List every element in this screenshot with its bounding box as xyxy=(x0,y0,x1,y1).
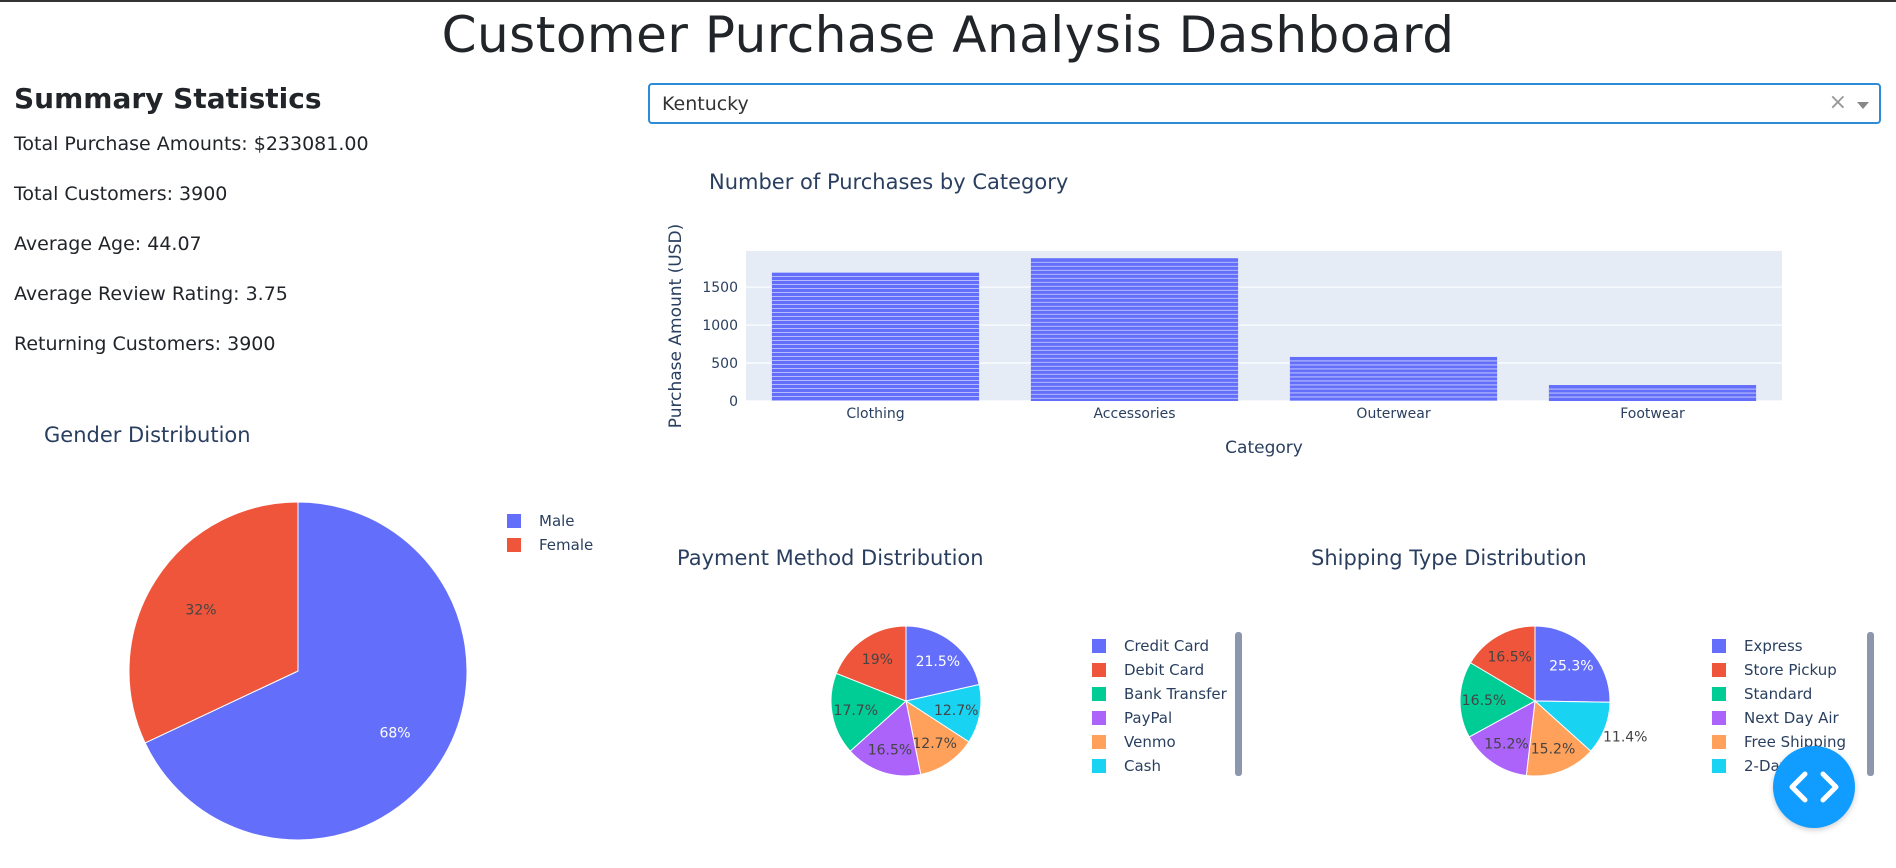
chevron-down-icon[interactable] xyxy=(1857,102,1869,109)
page-title: Customer Purchase Analysis Dashboard xyxy=(441,6,1455,64)
legend-label[interactable]: Next Day Air xyxy=(1744,709,1840,727)
legend-swatch[interactable] xyxy=(1092,663,1106,677)
pie-slice-label: 17.7% xyxy=(834,703,878,719)
bar-y-axis-label: Purchase Amount (USD) xyxy=(666,224,686,428)
legend-label[interactable]: Debit Card xyxy=(1124,661,1204,679)
stat-total-purchase: Total Purchase Amounts: $233081.00 xyxy=(14,133,369,155)
pie-slice-label: 25.3% xyxy=(1549,658,1593,674)
legend-swatch[interactable] xyxy=(1092,687,1106,701)
pie-slice-label: 68% xyxy=(379,726,410,742)
legend-swatch[interactable] xyxy=(1092,735,1106,749)
clear-icon[interactable]: × xyxy=(1829,90,1847,115)
summary-heading: Summary Statistics xyxy=(14,82,322,115)
legend-label[interactable]: Venmo xyxy=(1124,733,1176,751)
legend-swatch[interactable] xyxy=(1712,759,1726,773)
bar-y-tick-label: 0 xyxy=(729,394,738,410)
bar-accessories[interactable] xyxy=(1030,258,1239,401)
shipping-legend-scrollbar[interactable] xyxy=(1867,632,1874,776)
legend-label[interactable]: Store Pickup xyxy=(1744,661,1837,679)
bar-x-tick-label: Outerwear xyxy=(1356,406,1430,422)
location-dropdown[interactable]: Kentucky × xyxy=(648,83,1881,124)
code-icon xyxy=(1789,771,1839,803)
bar-x-tick-label: Accessories xyxy=(1093,406,1175,422)
stat-total-customers: Total Customers: 3900 xyxy=(14,183,228,205)
payment-pie-chart: Payment Method Distribution 21.5% 12.7% 12… xyxy=(677,546,1242,777)
pie-slice-label: 16.5% xyxy=(1488,650,1532,666)
legend-swatch[interactable] xyxy=(1712,639,1726,653)
legend-swatch[interactable] xyxy=(507,514,521,528)
pie-slice-label: 16.5% xyxy=(1462,693,1506,709)
bar-y-tick-label: 500 xyxy=(711,356,738,372)
pie-slice-label: 15.2% xyxy=(1484,736,1528,752)
dropdown-selected-value: Kentucky xyxy=(662,93,749,115)
pie-slice-label: 15.2% xyxy=(1531,742,1575,758)
legend-label[interactable]: Express xyxy=(1744,637,1803,655)
legend-label[interactable]: Bank Transfer xyxy=(1124,685,1228,703)
bar-chart-title: Number of Purchases by Category xyxy=(709,170,1068,194)
bar-outerwear[interactable] xyxy=(1289,356,1498,401)
bar-y-tick-label: 1000 xyxy=(702,318,738,334)
legend-swatch[interactable] xyxy=(1712,687,1726,701)
stat-returning-customers: Returning Customers: 3900 xyxy=(14,333,276,355)
bar-x-tick-label: Footwear xyxy=(1620,406,1685,422)
pie-slice-label: 11.4% xyxy=(1603,730,1647,746)
shipping-chart-title: Shipping Type Distribution xyxy=(1311,546,1587,570)
legend-label[interactable]: Standard xyxy=(1744,685,1812,703)
debug-toggle-button[interactable] xyxy=(1773,746,1855,828)
bar-y-tick-label: 1500 xyxy=(702,280,738,296)
legend-swatch[interactable] xyxy=(1712,711,1726,725)
legend-swatch[interactable] xyxy=(1092,711,1106,725)
legend-swatch[interactable] xyxy=(1712,663,1726,677)
gender-chart-title: Gender Distribution xyxy=(44,423,251,447)
pie-slice-label: 32% xyxy=(185,602,216,618)
pie-slice-label: 21.5% xyxy=(916,654,960,670)
legend-label[interactable]: PayPal xyxy=(1124,709,1172,727)
stat-average-rating: Average Review Rating: 3.75 xyxy=(14,283,288,305)
gender-pie-chart: Gender Distribution 68% 32% Male Female xyxy=(44,423,593,841)
bar-x-tick-label: Clothing xyxy=(846,406,904,422)
pie-slice-label: 12.7% xyxy=(934,703,978,719)
payment-legend-scrollbar[interactable] xyxy=(1235,632,1242,776)
payment-chart-title: Payment Method Distribution xyxy=(677,546,984,570)
top-border xyxy=(0,0,1896,2)
pie-slice-label: 19% xyxy=(862,652,893,668)
bar-x-axis-label: Category xyxy=(1225,438,1303,458)
pie-slice-label: 12.7% xyxy=(912,736,956,752)
legend-swatch[interactable] xyxy=(1092,759,1106,773)
pie-slice-label: 16.5% xyxy=(868,742,912,758)
stat-average-age: Average Age: 44.07 xyxy=(14,233,202,255)
legend-swatch[interactable] xyxy=(1092,639,1106,653)
legend-swatch[interactable] xyxy=(507,538,521,552)
legend-label[interactable]: Credit Card xyxy=(1124,637,1209,655)
legend-label[interactable]: Cash xyxy=(1124,757,1161,775)
legend-label[interactable]: Female xyxy=(539,536,593,554)
category-bar-chart: Number of Purchases by Category 0 500 1000… xyxy=(666,170,1782,458)
legend-swatch[interactable] xyxy=(1712,735,1726,749)
legend-label[interactable]: Male xyxy=(539,512,575,530)
